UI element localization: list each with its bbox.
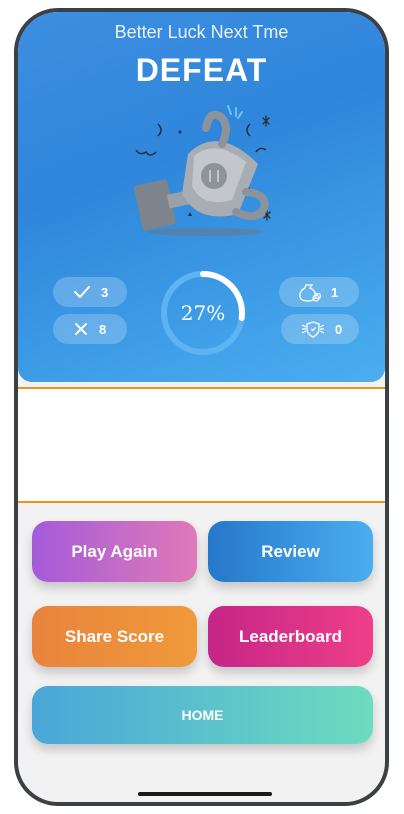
result-header: Better Luck Next Tme DEFEAT 3 8 1 0 27% bbox=[18, 12, 385, 382]
review-button[interactable]: Review bbox=[208, 521, 373, 582]
fallen-trophy-icon bbox=[134, 105, 271, 236]
money-bag-icon bbox=[299, 284, 321, 302]
score-progress-ring: 27% bbox=[159, 269, 247, 357]
wrong-count-value: 8 bbox=[99, 321, 107, 337]
result-subtitle: Better Luck Next Tme bbox=[114, 22, 289, 42]
checkmark-icon bbox=[74, 286, 90, 298]
correct-count-badge: 3 bbox=[53, 277, 127, 307]
ad-banner-area bbox=[18, 387, 385, 503]
leaderboard-button[interactable]: Leaderboard bbox=[208, 606, 373, 667]
home-indicator-bar[interactable] bbox=[138, 792, 272, 796]
badges-value: 0 bbox=[335, 321, 343, 337]
share-score-button[interactable]: Share Score bbox=[32, 606, 197, 667]
home-button[interactable]: HOME bbox=[32, 686, 373, 744]
play-again-button[interactable]: Play Again bbox=[32, 521, 197, 582]
shield-badge-icon bbox=[301, 321, 325, 338]
coins-badge: 1 bbox=[279, 277, 359, 307]
phone-frame: Better Luck Next Tme DEFEAT 3 8 1 0 27% … bbox=[14, 8, 389, 806]
coins-value: 1 bbox=[331, 284, 339, 300]
correct-count-value: 3 bbox=[101, 284, 109, 300]
score-percentage: 27% bbox=[180, 301, 226, 325]
cross-icon bbox=[75, 323, 87, 335]
badges-badge: 0 bbox=[281, 314, 359, 344]
wrong-count-badge: 8 bbox=[53, 314, 127, 344]
result-title: DEFEAT bbox=[135, 52, 268, 88]
